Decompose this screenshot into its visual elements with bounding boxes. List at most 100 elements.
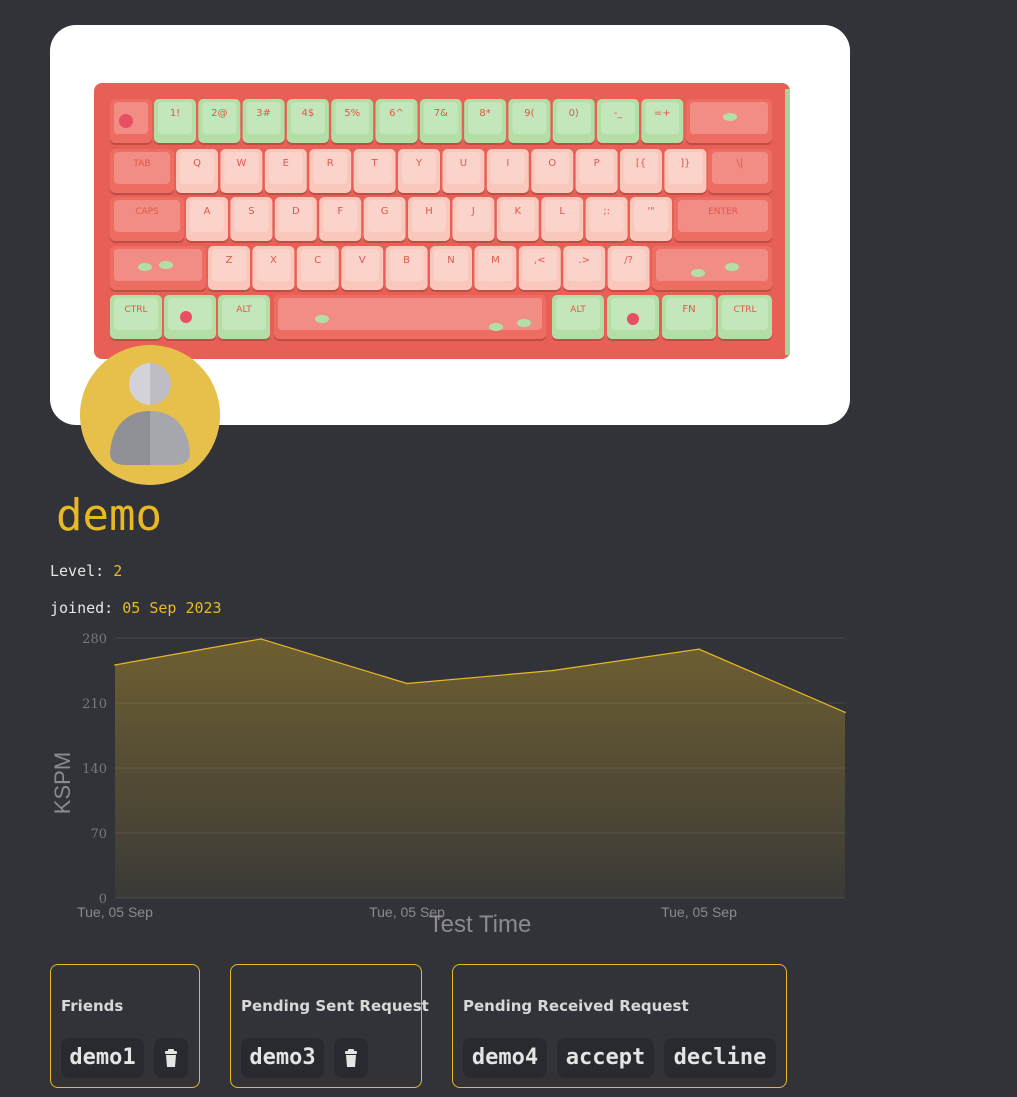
- key-label: G: [381, 206, 389, 217]
- trash-icon[interactable]: [334, 1038, 368, 1078]
- keycap: '": [630, 197, 672, 243]
- kspm-chart: 070140210280 Tue, 05 Sep Tue, 05 Sep Tue, …: [50, 632, 846, 938]
- key-label: .>: [578, 255, 590, 266]
- user-silhouette-icon: [80, 345, 220, 485]
- keycap: W: [220, 149, 263, 195]
- key-label: U: [460, 158, 467, 169]
- keycap: V: [341, 246, 384, 292]
- keycap: K: [496, 197, 539, 243]
- keycap: ]}: [664, 149, 707, 195]
- key-label: ENTER: [708, 207, 738, 217]
- lilypad: [138, 263, 152, 271]
- key-label: CTRL: [733, 305, 756, 315]
- key-label: K: [515, 206, 522, 217]
- key-label: 1!: [170, 108, 180, 119]
- keycap: ;:: [585, 197, 628, 243]
- accept-button[interactable]: accept: [557, 1038, 654, 1078]
- data-point: [406, 682, 408, 685]
- friends-title: Friends: [61, 997, 124, 1015]
- friend-item[interactable]: demo1: [61, 1038, 144, 1078]
- key-label: N: [447, 255, 454, 266]
- x-tick-label: Tue, 05 Sep: [77, 904, 153, 920]
- key-label: X: [270, 255, 277, 266]
- keycap: =+: [641, 99, 684, 145]
- data-point: [552, 669, 554, 672]
- key-label: Z: [226, 255, 233, 266]
- key-label: 5%: [344, 108, 360, 119]
- keycap: 0): [552, 99, 595, 145]
- key-label: 4$: [302, 108, 315, 119]
- key-label: H: [425, 206, 433, 217]
- decline-button[interactable]: decline: [664, 1038, 776, 1078]
- keycap: C: [296, 246, 339, 292]
- keycap: 3#: [242, 99, 285, 145]
- key-label: V: [359, 255, 366, 266]
- lilypad: [691, 269, 705, 277]
- frog-key: [686, 99, 772, 145]
- keycap: ALT: [552, 295, 604, 341]
- pending-received-item[interactable]: demo4: [463, 1038, 547, 1078]
- x-axis-label: Test Time: [429, 911, 532, 938]
- key-label: D: [292, 206, 300, 217]
- key-label: M: [491, 255, 500, 266]
- keycap: U: [442, 149, 485, 195]
- keycap: P: [575, 149, 618, 195]
- data-point: [260, 638, 262, 640]
- y-tick-label: 210: [82, 697, 107, 712]
- avatar: [80, 345, 220, 485]
- key-label: [{: [636, 158, 646, 169]
- level-value: 2: [113, 562, 123, 580]
- keycap: -_: [597, 99, 639, 145]
- y-tick-label: 140: [82, 762, 107, 777]
- level-label: Level:: [50, 562, 105, 580]
- key-label: O: [548, 158, 556, 169]
- key-label: ALT: [570, 305, 586, 315]
- keycap: D: [274, 197, 317, 243]
- key-label: '": [647, 206, 654, 217]
- key-label: TAB: [132, 159, 150, 169]
- friends-panel: Friends demo1: [50, 964, 200, 1088]
- joined-label: joined:: [50, 599, 114, 617]
- keycap: 7&: [419, 99, 462, 145]
- pending-received-title: Pending Received Request: [463, 997, 689, 1015]
- key-label: F: [337, 206, 343, 217]
- keycap: 4$: [286, 99, 329, 145]
- key-label: ALT: [236, 305, 252, 315]
- keycap: O: [531, 149, 574, 195]
- key-label: -_: [614, 108, 624, 119]
- strawberry-icon: [119, 114, 133, 128]
- keycap: ENTER: [674, 197, 772, 243]
- keycap: 8*: [464, 99, 507, 145]
- key-label: C: [314, 255, 321, 266]
- keycap: Z: [208, 246, 250, 292]
- pending-sent-panel: Pending Sent Request demo3: [230, 964, 429, 1088]
- key-label: CAPS: [135, 207, 159, 217]
- key-label: S: [248, 206, 254, 217]
- strawberry-icon: [180, 311, 192, 323]
- key-label: I: [506, 158, 509, 169]
- strawberry-icon: [627, 313, 639, 325]
- username: demo: [56, 490, 162, 541]
- key-label: R: [327, 158, 334, 169]
- data-point: [844, 711, 846, 714]
- keycap: B: [385, 246, 428, 292]
- lilypad: [159, 261, 173, 269]
- key-label: 2@: [211, 108, 227, 119]
- keycap: TAB: [110, 149, 174, 195]
- y-tick-label: 280: [82, 632, 107, 647]
- key-label: 9(: [524, 108, 534, 119]
- pending-sent-item[interactable]: demo3: [241, 1038, 324, 1078]
- key-label: ;:: [603, 206, 610, 217]
- key-label: P: [594, 158, 600, 169]
- key-label: 8*: [479, 108, 490, 119]
- trash-icon[interactable]: [154, 1038, 188, 1078]
- shift-key: [110, 246, 206, 292]
- y-axis-label: KSPM: [50, 752, 75, 814]
- keycap: R: [309, 149, 352, 195]
- key-label: J: [471, 206, 475, 217]
- key-label: =+: [654, 108, 671, 119]
- joined-stat: joined: 05 Sep 2023: [50, 599, 222, 617]
- keycap: .>: [563, 246, 606, 292]
- key-label: 7&: [434, 108, 448, 119]
- key-label: 0): [569, 108, 579, 119]
